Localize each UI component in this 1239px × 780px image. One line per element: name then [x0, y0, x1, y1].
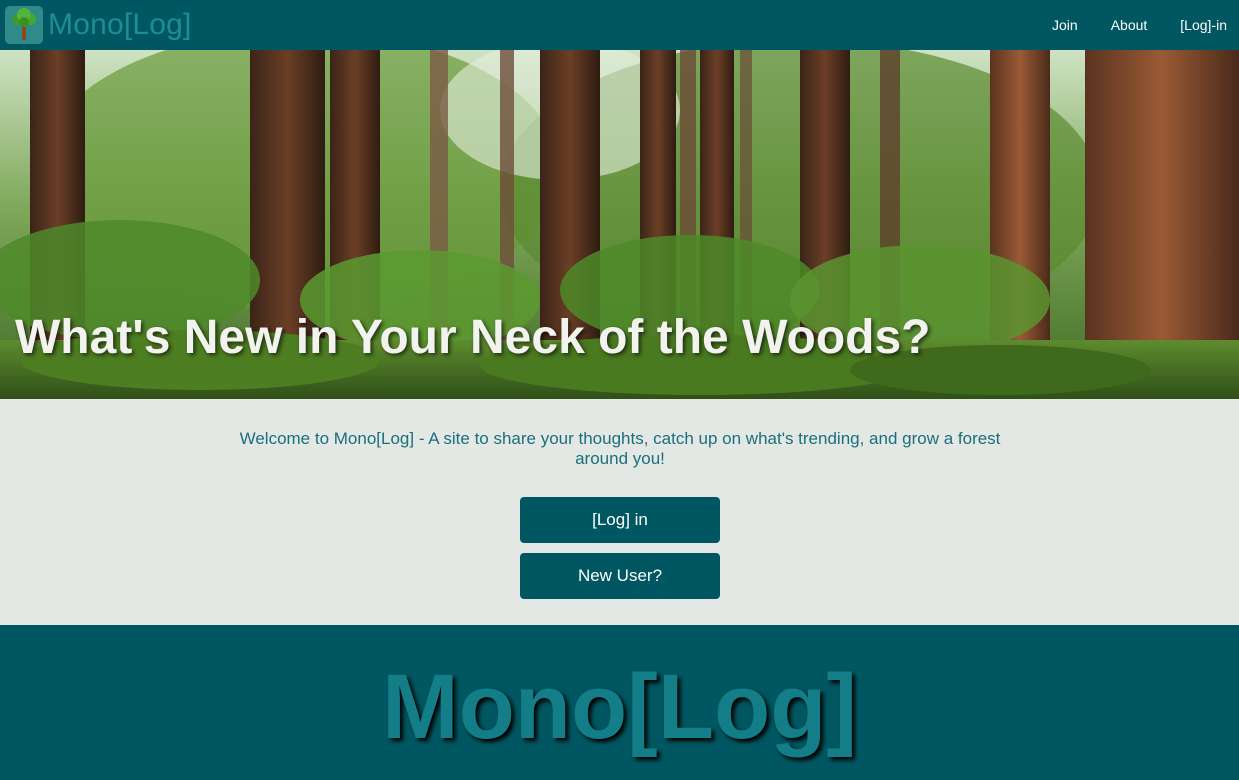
- nav-about-link[interactable]: About: [1111, 17, 1148, 33]
- hero-banner: What's New in Your Neck of the Woods?: [0, 50, 1239, 399]
- tree-logo-icon: [5, 6, 43, 44]
- top-navbar: Mono[Log] Join About [Log]-in: [0, 0, 1239, 50]
- welcome-section: Welcome to Mono[Log] - A site to share y…: [0, 399, 1239, 625]
- footer-brand-name: Mono[Log]: [381, 656, 858, 758]
- brand-name: Mono[Log]: [48, 8, 192, 41]
- brand-link[interactable]: Mono[Log]: [0, 0, 192, 50]
- nav-join-link[interactable]: Join: [1052, 17, 1078, 33]
- new-user-button[interactable]: New User?: [520, 553, 720, 599]
- hero-title: What's New in Your Neck of the Woods?: [15, 311, 931, 364]
- welcome-message: Welcome to Mono[Log] - A site to share y…: [239, 429, 1001, 468]
- footer: Mono[Log]: [0, 625, 1239, 780]
- main-nav: Join About [Log]-in: [1019, 0, 1239, 50]
- nav-login-link[interactable]: [Log]-in: [1180, 17, 1227, 33]
- login-button[interactable]: [Log] in: [520, 497, 720, 543]
